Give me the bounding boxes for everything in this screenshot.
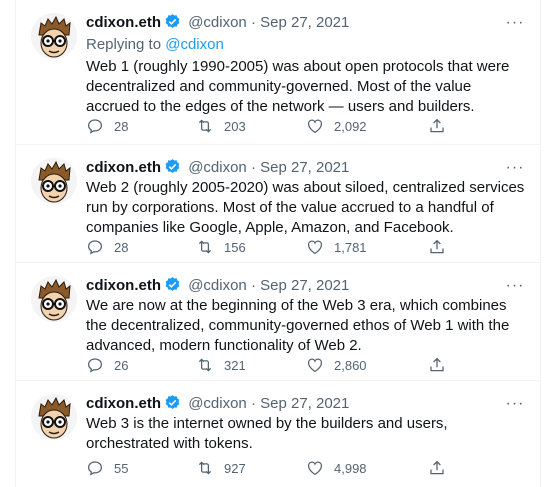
share-icon — [430, 357, 444, 372]
share-button[interactable] — [428, 116, 456, 136]
reply-button[interactable]: 28 — [86, 116, 128, 136]
reply-count: 55 — [114, 460, 129, 476]
tweet-actions: 28 156 1,781 — [86, 237, 526, 257]
replying-to-link[interactable]: @cdixon — [165, 36, 224, 53]
display-name[interactable]: cdixon.eth — [86, 395, 161, 412]
replying-to-label: Replying to — [86, 36, 166, 53]
more-icon[interactable]: ··· — [505, 276, 525, 296]
tweet-header: cdixon.eth @cdixon · Sep 27, 2021 — [86, 13, 349, 36]
reply-button[interactable]: 55 — [86, 458, 128, 478]
timestamp[interactable]: Sep 27, 2021 — [260, 395, 349, 412]
share-icon — [430, 118, 444, 133]
retweet-icon — [198, 119, 212, 133]
tweet[interactable]: cdixon.eth @cdixon · Sep 27, 2021 ··· We… — [16, 145, 540, 263]
more-icon[interactable]: ··· — [505, 13, 525, 33]
replying-to: Replying to @cdixon — [86, 35, 224, 55]
like-count: 4,998 — [334, 460, 367, 476]
share-button[interactable] — [428, 237, 456, 257]
tweet-actions: 28 203 2,092 — [86, 116, 526, 136]
display-name[interactable]: cdixon.eth — [86, 277, 161, 294]
heart-icon — [307, 461, 323, 476]
tweet[interactable]: cdixon.eth @cdixon · Sep 27, 2021 ··· We… — [16, 381, 540, 487]
handle[interactable]: @cdixon — [188, 277, 247, 294]
reply-count: 26 — [114, 357, 129, 373]
retweet-icon — [198, 240, 212, 254]
like-count: 2,860 — [334, 357, 367, 373]
thread-column: cdixon.eth @cdixon · Sep 27, 2021 ··· Re… — [15, 0, 541, 487]
retweet-icon — [198, 461, 212, 475]
like-button[interactable]: 4,998 — [306, 458, 367, 478]
reply-icon — [87, 119, 103, 134]
like-button[interactable]: 1,781 — [306, 237, 367, 257]
more-icon[interactable]: ··· — [505, 158, 525, 178]
retweet-count: 927 — [224, 460, 246, 476]
tweet-text: Web 2 (roughly 2005-2020) was about silo… — [86, 179, 525, 236]
like-count: 1,781 — [334, 239, 367, 255]
tweet-text: Web 1 (roughly 1990-2005) was about open… — [86, 58, 510, 115]
reply-icon — [87, 358, 103, 373]
heart-icon — [307, 240, 323, 255]
handle[interactable]: @cdixon — [188, 14, 247, 31]
like-button[interactable]: 2,092 — [306, 116, 367, 136]
share-button[interactable] — [428, 458, 456, 478]
like-count: 2,092 — [334, 118, 367, 134]
share-icon — [430, 460, 444, 475]
timestamp[interactable]: Sep 27, 2021 — [260, 277, 349, 294]
separator: · — [250, 277, 256, 294]
share-button[interactable] — [428, 355, 456, 375]
retweet-icon — [198, 358, 212, 372]
tweet[interactable]: cdixon.eth @cdixon · Sep 27, 2021 ··· We… — [16, 263, 540, 381]
handle[interactable]: @cdixon — [188, 159, 247, 176]
tweet-text: Web 3 is the internet owned by the build… — [86, 415, 448, 452]
separator: · — [250, 14, 256, 31]
avatar[interactable] — [31, 13, 77, 59]
share-icon — [430, 239, 444, 254]
reply-icon — [87, 240, 103, 255]
avatar[interactable] — [31, 394, 77, 440]
heart-icon — [307, 119, 323, 134]
reply-icon — [87, 461, 103, 476]
separator: · — [250, 159, 256, 176]
retweet-button[interactable]: 927 — [196, 458, 246, 478]
tweet-actions: 55 927 4,998 — [86, 458, 526, 478]
timestamp[interactable]: Sep 27, 2021 — [260, 14, 349, 31]
display-name[interactable]: cdixon.eth — [86, 14, 161, 31]
tweet-text: We are now at the beginning of the Web 3… — [86, 297, 510, 354]
retweet-button[interactable]: 203 — [196, 116, 246, 136]
retweet-count: 321 — [224, 357, 246, 373]
retweet-count: 203 — [224, 118, 246, 134]
heart-icon — [307, 358, 323, 373]
more-icon[interactable]: ··· — [505, 394, 525, 414]
reply-count: 28 — [114, 118, 129, 134]
verified-badge-icon — [164, 13, 181, 36]
tweet-actions: 26 321 2,860 — [86, 355, 526, 375]
display-name[interactable]: cdixon.eth — [86, 159, 161, 176]
like-button[interactable]: 2,860 — [306, 355, 367, 375]
retweet-count: 156 — [224, 239, 246, 255]
handle[interactable]: @cdixon — [188, 395, 247, 412]
tweet[interactable]: cdixon.eth @cdixon · Sep 27, 2021 ··· Re… — [16, 0, 540, 145]
retweet-button[interactable]: 321 — [196, 355, 246, 375]
reply-button[interactable]: 28 — [86, 237, 128, 257]
retweet-button[interactable]: 156 — [196, 237, 246, 257]
timestamp[interactable]: Sep 27, 2021 — [260, 159, 349, 176]
avatar[interactable] — [31, 276, 77, 322]
reply-button[interactable]: 26 — [86, 355, 128, 375]
reply-count: 28 — [114, 239, 129, 255]
separator: · — [250, 395, 256, 412]
avatar[interactable] — [31, 158, 77, 204]
